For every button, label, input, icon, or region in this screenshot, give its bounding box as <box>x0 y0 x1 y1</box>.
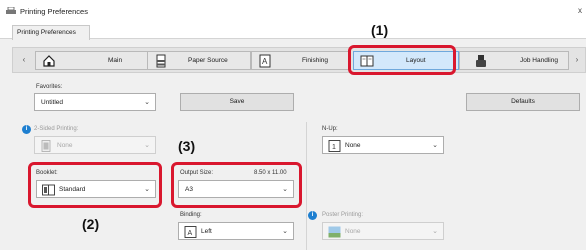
chevron-down-icon: ⌄ <box>282 228 288 235</box>
printing-preferences-window: Printing Preferences x Printing Preferen… <box>0 0 586 250</box>
poster-printing-label: Poster Printing: <box>322 212 364 218</box>
callout-2: (2) <box>82 216 100 232</box>
favorites-label: Favorites: <box>36 84 63 90</box>
n-up-select[interactable]: 1 None ⌄ <box>322 136 444 154</box>
nav-item-paper-source[interactable]: Paper Source <box>147 51 251 70</box>
binding-label: Binding: <box>180 212 202 218</box>
save-button[interactable]: Save <box>180 93 294 111</box>
svg-text:A: A <box>188 230 193 237</box>
binding-select[interactable]: A Left ⌄ <box>178 222 294 240</box>
one-up-page-icon: 1 <box>328 140 341 152</box>
defaults-button[interactable]: Defaults <box>466 93 580 111</box>
booklet-highlight <box>28 162 162 208</box>
binding-value: Left <box>201 228 212 235</box>
svg-text:1: 1 <box>332 144 336 151</box>
callout-1: (1) <box>371 22 389 38</box>
paper-tray-icon <box>156 54 166 68</box>
nav-item-label: Job Handling <box>520 57 558 64</box>
home-icon <box>43 55 55 67</box>
chevron-down-icon: ⌄ <box>144 142 150 149</box>
category-nav-bar: ‹ Main Paper Source A Finishing Layout J… <box>12 47 586 73</box>
svg-text:A: A <box>262 57 268 66</box>
info-icon: i <box>22 125 31 134</box>
tab-printing-preferences[interactable]: Printing Preferences <box>12 25 90 40</box>
favorites-select[interactable]: Untitled ⌄ <box>34 93 156 111</box>
info-icon: i <box>308 211 317 220</box>
poster-icon <box>328 226 341 238</box>
output-size-highlight <box>171 162 302 208</box>
nav-item-job-handling[interactable]: Job Handling <box>459 51 569 70</box>
chevron-down-icon: ⌄ <box>144 99 150 106</box>
n-up-value: None <box>345 142 361 149</box>
nav-item-label: Paper Source <box>188 57 228 64</box>
finishing-icon: A <box>259 54 271 68</box>
poster-printing-value: None <box>345 228 361 235</box>
one-sided-page-icon <box>41 140 51 152</box>
tab-strip: Printing Preferences <box>0 22 586 40</box>
chevron-down-icon: ⌄ <box>432 228 438 235</box>
nav-item-label: Finishing <box>302 57 329 64</box>
close-icon[interactable]: x <box>578 6 582 15</box>
nav-item-label: Main <box>108 57 123 64</box>
chevron-down-icon: ⌄ <box>432 142 438 149</box>
printer-icon <box>6 7 16 14</box>
window-title: Printing Preferences <box>20 7 88 16</box>
favorites-value: Untitled <box>41 99 64 106</box>
two-sided-select[interactable]: None ⌄ <box>34 136 156 154</box>
title-bar: Printing Preferences x <box>0 0 586 22</box>
left-binding-icon: A <box>184 226 197 238</box>
column-divider <box>306 122 307 250</box>
job-handling-icon <box>476 55 486 67</box>
nav-right-arrow-icon[interactable]: › <box>570 53 584 67</box>
two-sided-value: None <box>57 142 73 149</box>
nav-item-main[interactable]: Main <box>35 51 149 70</box>
nav-item-finishing[interactable]: A Finishing <box>251 51 349 70</box>
callout-3: (3) <box>178 138 196 154</box>
layout-tab-highlight <box>348 45 456 75</box>
poster-printing-select[interactable]: None ⌄ <box>322 222 444 240</box>
two-sided-label: 2-Sided Printing: <box>34 126 79 132</box>
nav-left-arrow-icon[interactable]: ‹ <box>17 53 31 67</box>
n-up-label: N-Up: <box>322 126 338 132</box>
